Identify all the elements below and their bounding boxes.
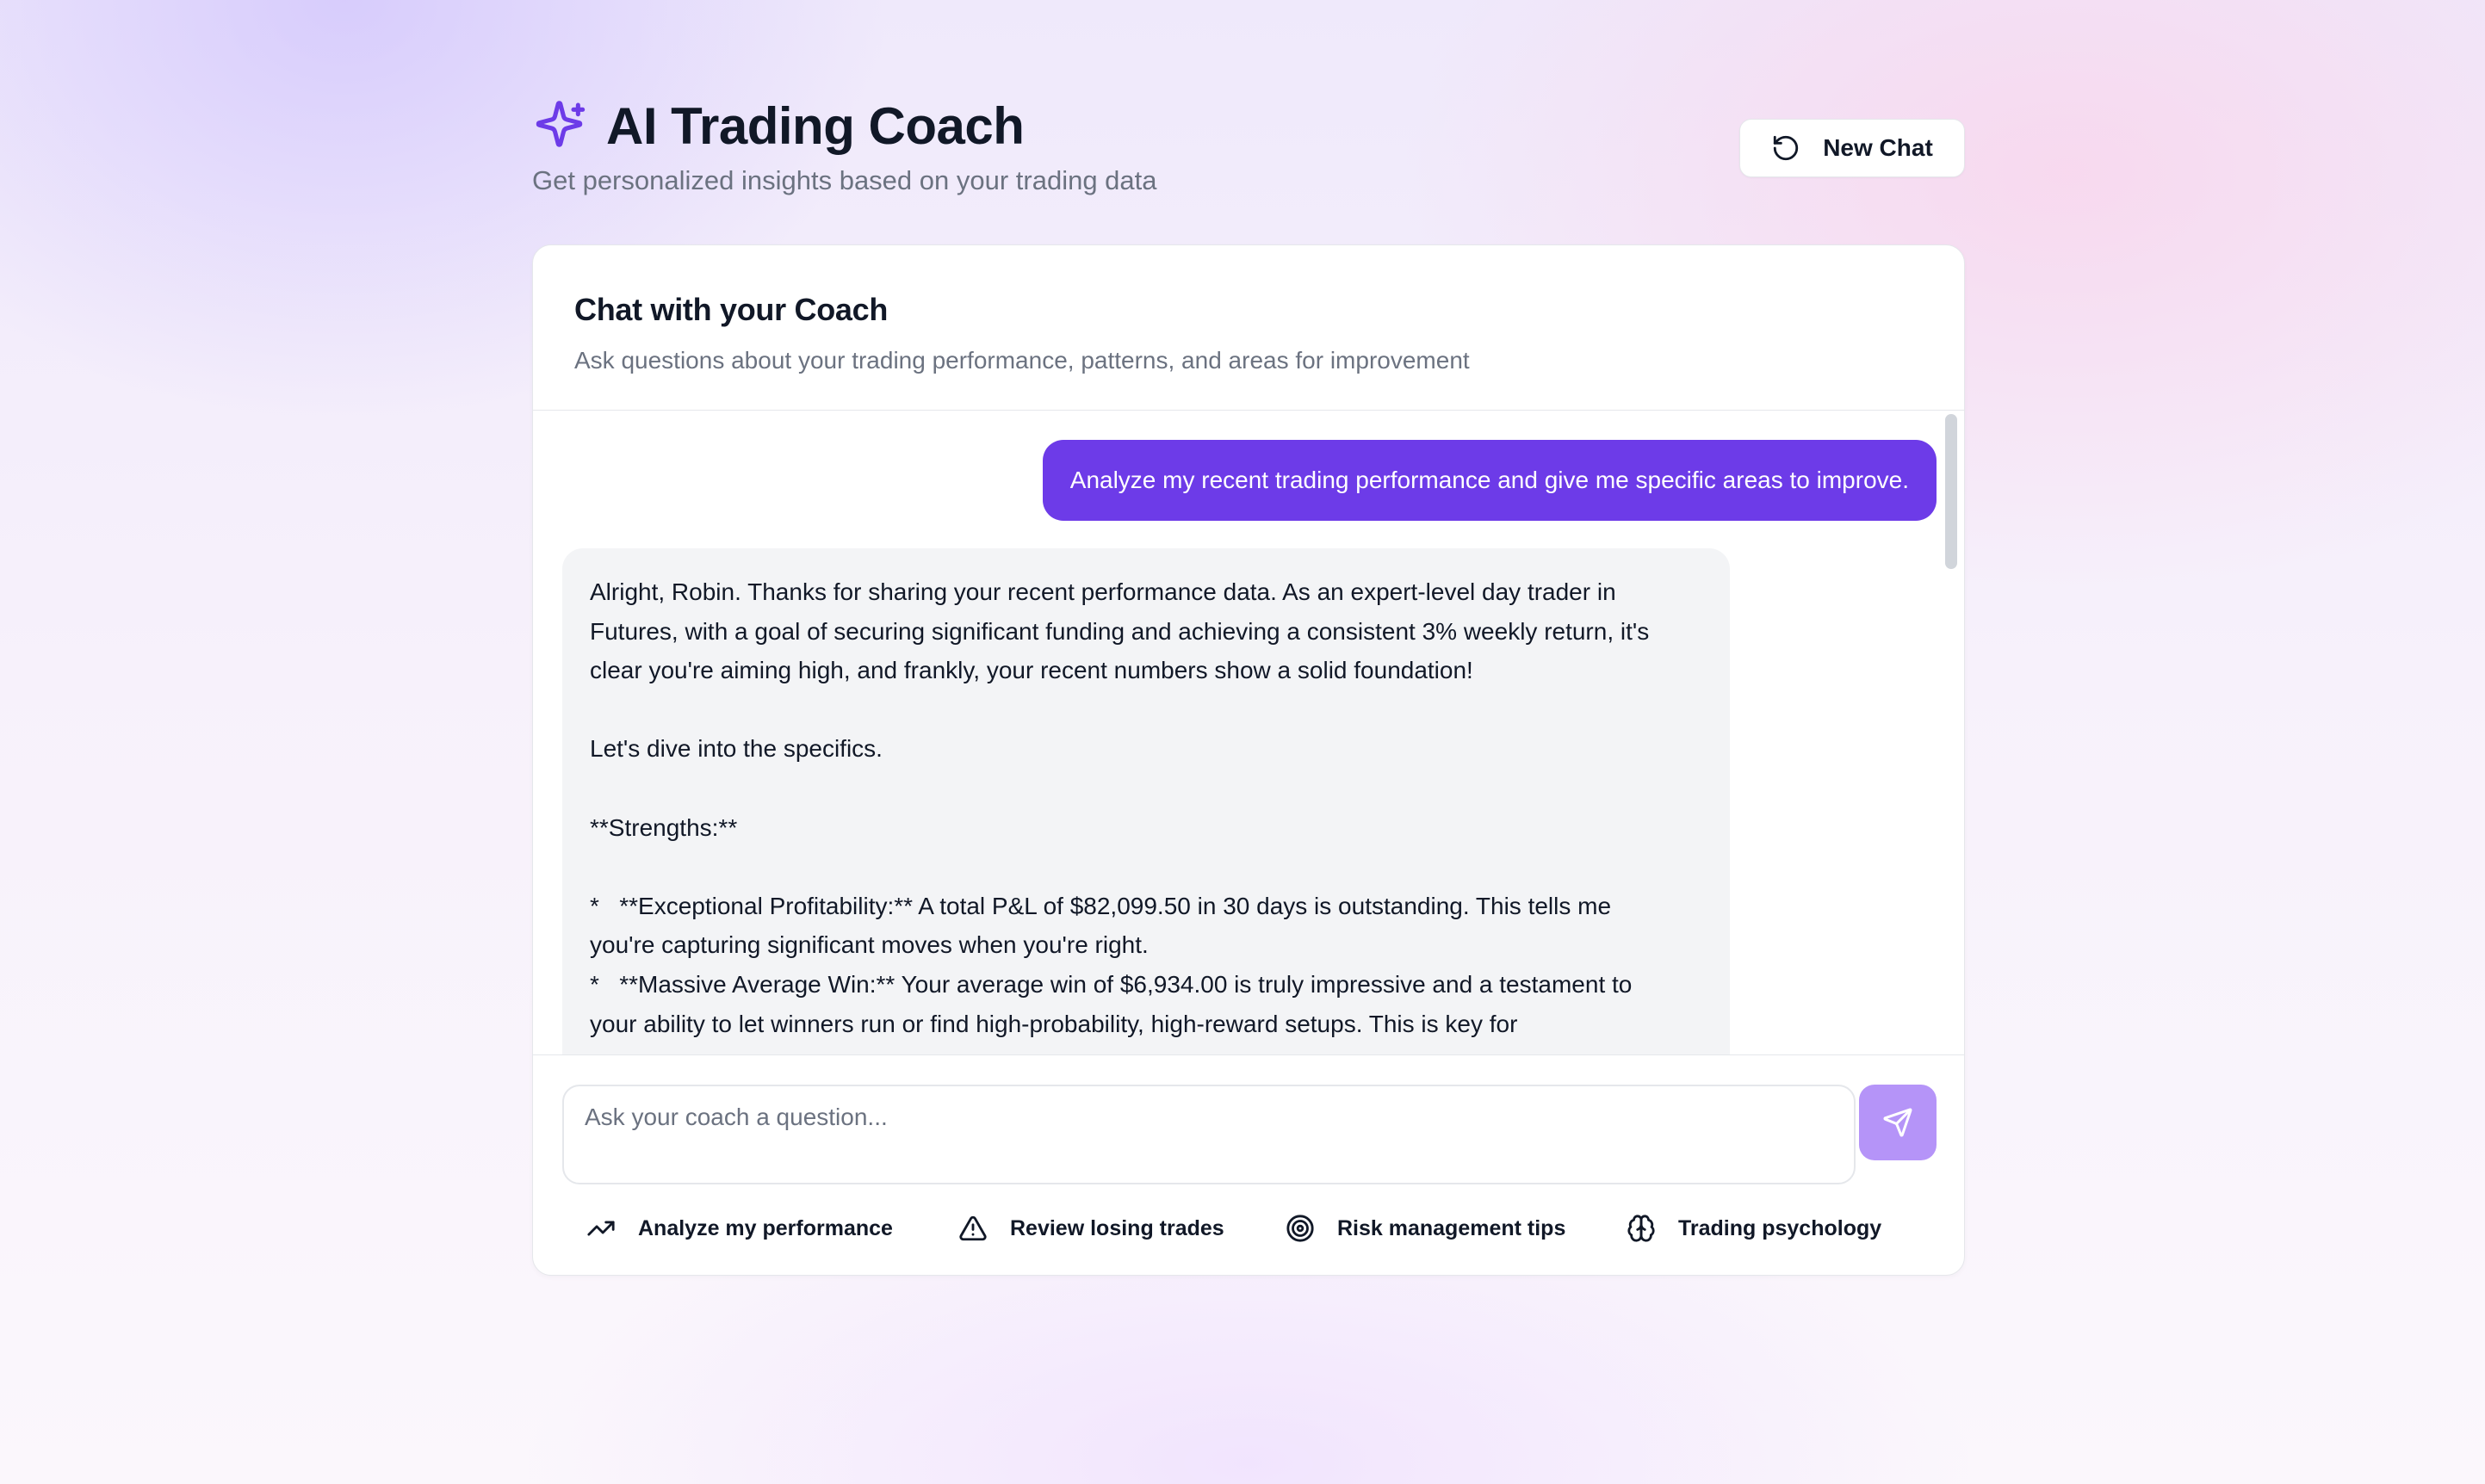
message-scrollbar[interactable] [1945,414,1957,569]
quick-action-label: Risk management tips [1337,1215,1566,1240]
target-icon [1286,1215,1314,1242]
header: AI Trading Coach Get personalized insigh… [532,93,1965,246]
send-icon [1883,1108,1912,1137]
assistant-message-line: Futures, with a goal of securing signifi… [590,617,1650,645]
assistant-message-line: clear you're aiming high, and frankly, y… [590,657,1473,684]
chat-card: Chat with your Coach Ask questions about… [532,244,1965,1276]
quick-action-trading-psychology[interactable]: Trading psychology [1627,1207,1881,1250]
quick-action-label: Trading psychology [1678,1215,1882,1240]
new-chat-label: New Chat [1823,134,1933,161]
assistant-message-line: **Strengths:** [590,813,738,841]
question-input-box [562,1085,1856,1184]
message-list[interactable]: Analyze my recent trading performance an… [533,411,1964,1054]
assistant-message-line: Let's dive into the specifics. [590,735,883,763]
assistant-message: Alright, Robin. Thanks for sharing your … [562,548,1730,1054]
quick-action-label: Review losing trades [1010,1215,1224,1240]
assistant-message-line: your ability to let winners run or find … [590,1010,1518,1037]
assistant-message-line: you're capturing significant moves when … [590,931,1149,959]
assistant-message-line [590,690,1702,730]
chat-card-title: Chat with your Coach [574,292,889,327]
assistant-message-line: * **Exceptional Profitability:** A total… [590,892,1612,919]
sparkles-icon [536,101,586,147]
assistant-message-line: Alright, Robin. Thanks for sharing your … [590,578,1616,605]
new-chat-button[interactable]: New Chat [1739,119,1965,177]
quick-action-label: Analyze my performance [638,1215,893,1240]
page-title: AI Trading Coach [606,96,1025,155]
question-input[interactable] [564,1086,1854,1183]
chat-card-header: Chat with your Coach Ask questions about… [533,245,1964,411]
quick-action-analyze-performance[interactable]: Analyze my performance [586,1207,893,1250]
chat-card-subtitle: Ask questions about your trading perform… [574,347,1470,374]
assistant-message-line: * **Massive Average Win:** Your average … [590,970,1633,998]
user-message: Analyze my recent trading performance an… [1042,440,1937,521]
assistant-message-line [590,769,1702,808]
trending-up-icon [587,1221,615,1236]
page: AI Trading Coach Get personalized insigh… [532,93,1965,1276]
rotate-ccw-icon [1774,135,1799,161]
alert-triangle-icon [959,1215,987,1241]
quick-action-risk-management[interactable]: Risk management tips [1286,1207,1565,1250]
assistant-message-line [590,847,1702,887]
composer: Analyze my performance Review losing tra… [533,1054,1964,1275]
quick-action-review-losing-trades[interactable]: Review losing trades [958,1207,1224,1250]
brain-icon [1627,1215,1655,1242]
send-button[interactable] [1859,1085,1937,1160]
